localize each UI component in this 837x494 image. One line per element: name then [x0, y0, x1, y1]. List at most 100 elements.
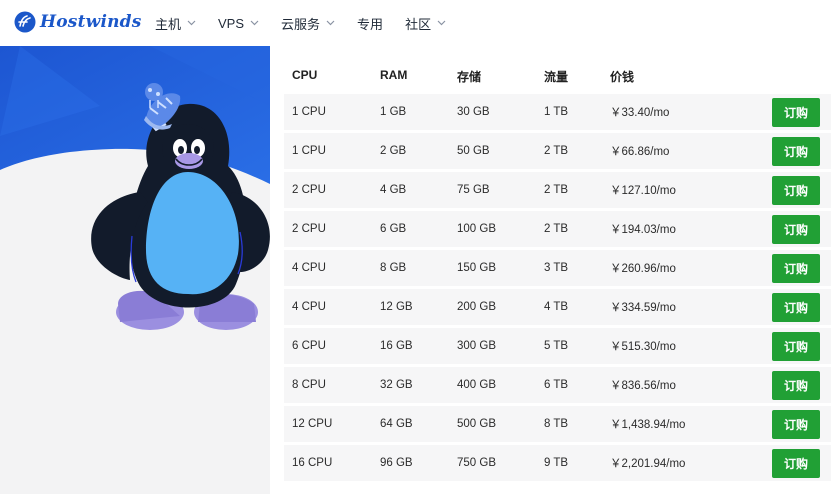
nav-item-1[interactable]: VPS — [218, 16, 259, 31]
nav-menu: 主机 VPS 云服务 专用 社区 — [155, 0, 468, 46]
table-row: 4 CPU 12 GB 200 GB 4 TB ￥334.59/mo 订购 — [284, 289, 831, 325]
table-row: 2 CPU 6 GB 100 GB 2 TB ￥194.03/mo 订购 — [284, 211, 831, 247]
header-ram: RAM — [380, 68, 408, 82]
cell-traffic: 3 TB — [544, 262, 569, 274]
table-row: 6 CPU 16 GB 300 GB 5 TB ￥515.30/mo 订购 — [284, 328, 831, 364]
chevron-down-icon — [250, 20, 259, 26]
chevron-down-icon — [326, 20, 335, 26]
cell-price: ￥515.30/mo — [610, 341, 676, 353]
cell-cpu: 2 CPU — [292, 184, 326, 196]
cell-storage: 400 GB — [457, 379, 496, 391]
cell-price: ￥334.59/mo — [610, 302, 676, 314]
cell-storage: 100 GB — [457, 223, 496, 235]
top-nav: Hostwinds 主机 VPS 云服务 专用 社区 — [0, 0, 837, 46]
nav-item-label: 专用 — [357, 16, 384, 32]
header-cpu: CPU — [292, 68, 318, 82]
cell-traffic: 5 TB — [544, 340, 569, 352]
table-row: 1 CPU 2 GB 50 GB 2 TB ￥66.86/mo 订购 — [284, 133, 831, 169]
nav-item-4[interactable]: 社区 — [405, 14, 446, 33]
header-storage: 存储 — [457, 70, 482, 84]
cell-cpu: 1 CPU — [292, 145, 326, 157]
cell-ram: 4 GB — [380, 184, 407, 196]
hostwinds-logo-icon — [14, 11, 36, 33]
cell-cpu: 2 CPU — [292, 223, 326, 235]
table-header: CPU RAM 存储 流量 价钱 — [284, 55, 831, 94]
cell-traffic: 4 TB — [544, 301, 569, 313]
cell-traffic: 9 TB — [544, 457, 569, 469]
nav-item-label: 主机 — [155, 16, 182, 32]
order-button[interactable]: 订购 — [772, 293, 820, 322]
cell-cpu: 6 CPU — [292, 340, 326, 352]
order-button[interactable]: 订购 — [772, 254, 820, 283]
cell-storage: 50 GB — [457, 145, 490, 157]
cell-storage: 30 GB — [457, 106, 490, 118]
header-traffic: 流量 — [544, 70, 569, 84]
cell-traffic: 2 TB — [544, 184, 569, 196]
cell-price: ￥260.96/mo — [610, 263, 676, 275]
cell-storage: 750 GB — [457, 457, 496, 469]
nav-item-label: 云服务 — [281, 16, 321, 32]
order-button[interactable]: 订购 — [772, 332, 820, 361]
cell-cpu: 8 CPU — [292, 379, 326, 391]
cell-ram: 96 GB — [380, 457, 413, 469]
cell-traffic: 6 TB — [544, 379, 569, 391]
order-button[interactable]: 订购 — [772, 176, 820, 205]
cell-price: ￥127.10/mo — [610, 185, 676, 197]
cell-cpu: 4 CPU — [292, 301, 326, 313]
cell-cpu: 4 CPU — [292, 262, 326, 274]
cell-price: ￥33.40/mo — [610, 107, 670, 119]
cell-ram: 2 GB — [380, 145, 407, 157]
hero-panel — [0, 46, 270, 494]
table-row: 1 CPU 1 GB 30 GB 1 TB ￥33.40/mo 订购 — [284, 94, 831, 130]
cell-ram: 16 GB — [380, 340, 413, 352]
cell-ram: 32 GB — [380, 379, 413, 391]
table-row: 16 CPU 96 GB 750 GB 9 TB ￥2,201.94/mo 订购 — [284, 445, 831, 481]
cell-price: ￥2,201.94/mo — [610, 458, 686, 470]
cell-ram: 1 GB — [380, 106, 407, 118]
nav-item-0[interactable]: 主机 — [155, 14, 196, 33]
cell-ram: 64 GB — [380, 418, 413, 430]
cell-ram: 12 GB — [380, 301, 413, 313]
table-row: 12 CPU 64 GB 500 GB 8 TB ￥1,438.94/mo 订购 — [284, 406, 831, 442]
cell-traffic: 8 TB — [544, 418, 569, 430]
cell-cpu: 16 CPU — [292, 457, 333, 469]
nav-item-label: VPS — [218, 15, 245, 31]
cell-traffic: 2 TB — [544, 145, 569, 157]
nav-item-2[interactable]: 云服务 — [281, 14, 335, 33]
nav-item-label: 社区 — [405, 16, 432, 32]
brand-name: Hostwinds — [40, 12, 142, 32]
cell-storage: 75 GB — [457, 184, 490, 196]
cell-price: ￥66.86/mo — [610, 146, 670, 158]
cell-storage: 150 GB — [457, 262, 496, 274]
penguin-mascot-icon — [91, 83, 270, 330]
cell-storage: 200 GB — [457, 301, 496, 313]
cell-ram: 6 GB — [380, 223, 407, 235]
nav-item-3[interactable]: 专用 — [357, 14, 383, 33]
order-button[interactable]: 订购 — [772, 449, 820, 478]
cell-storage: 300 GB — [457, 340, 496, 352]
cell-traffic: 1 TB — [544, 106, 569, 118]
order-button[interactable]: 订购 — [772, 215, 820, 244]
table-row: 8 CPU 32 GB 400 GB 6 TB ￥836.56/mo 订购 — [284, 367, 831, 403]
order-button[interactable]: 订购 — [772, 371, 820, 400]
cell-cpu: 1 CPU — [292, 106, 326, 118]
table-row: 4 CPU 8 GB 150 GB 3 TB ￥260.96/mo 订购 — [284, 250, 831, 286]
chevron-down-icon — [437, 20, 446, 26]
cell-price: ￥194.03/mo — [610, 224, 676, 236]
table-row: 2 CPU 4 GB 75 GB 2 TB ￥127.10/mo 订购 — [284, 172, 831, 208]
pricing-table: CPU RAM 存储 流量 价钱 1 CPU 1 GB 30 GB 1 TB ￥33.4… — [284, 55, 831, 484]
table-body: 1 CPU 1 GB 30 GB 1 TB ￥33.40/mo 订购 1 CPU 2 GB 50… — [284, 94, 831, 481]
cell-price: ￥836.56/mo — [610, 380, 676, 392]
cell-traffic: 2 TB — [544, 223, 569, 235]
cell-price: ￥1,438.94/mo — [610, 419, 686, 431]
cell-storage: 500 GB — [457, 418, 496, 430]
chevron-down-icon — [187, 20, 196, 26]
order-button[interactable]: 订购 — [772, 137, 820, 166]
cell-cpu: 12 CPU — [292, 418, 333, 430]
order-button[interactable]: 订购 — [772, 98, 820, 127]
order-button[interactable]: 订购 — [772, 410, 820, 439]
brand-logo[interactable]: Hostwinds — [14, 10, 142, 34]
header-price: 价钱 — [610, 70, 635, 84]
page: Hostwinds 主机 VPS 云服务 专用 社区 CPU RAM 存储 流量… — [0, 0, 837, 494]
cell-ram: 8 GB — [380, 262, 407, 274]
